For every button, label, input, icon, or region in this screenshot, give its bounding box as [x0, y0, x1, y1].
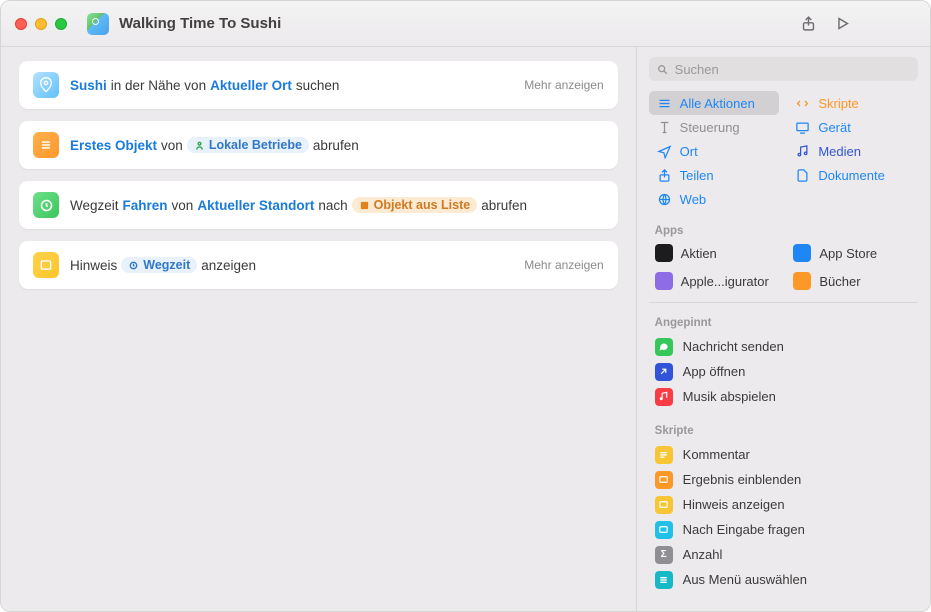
- cat-media[interactable]: Medien: [787, 139, 918, 163]
- action-count[interactable]: ΣAnzahl: [649, 542, 918, 567]
- clock-icon: [33, 192, 59, 218]
- action-search-nearby[interactable]: Sushi in der Nähe von Aktueller Ort such…: [19, 61, 618, 109]
- titlebar: Walking Time To Sushi: [1, 1, 930, 47]
- close-window-button[interactable]: [15, 18, 27, 30]
- show-more[interactable]: Mehr anzeigen: [524, 78, 603, 92]
- workflow-editor: Sushi in der Nähe von Aktueller Ort such…: [1, 47, 636, 611]
- category-grid: Alle Aktionen Skripte Steuerung Gerät Or…: [637, 89, 930, 217]
- app-stocks[interactable]: Aktien: [649, 240, 780, 266]
- action-show-alert[interactable]: Hinweis anzeigen: [649, 492, 918, 517]
- zoom-window-button[interactable]: [55, 18, 67, 30]
- cat-documents[interactable]: Dokumente: [787, 163, 918, 187]
- search-placeholder: Suchen: [675, 62, 719, 77]
- cat-scripts[interactable]: Skripte: [787, 91, 918, 115]
- action-show-result[interactable]: Ergebnis einblenden: [649, 467, 918, 492]
- show-more[interactable]: Mehr anzeigen: [524, 258, 603, 272]
- minimize-window-button[interactable]: [35, 18, 47, 30]
- section-scripts-header: Skripte: [637, 411, 930, 440]
- section-pinned-header: Angepinnt: [637, 309, 930, 332]
- cat-all-actions[interactable]: Alle Aktionen: [649, 91, 780, 115]
- app-appstore[interactable]: App Store: [787, 240, 918, 266]
- action-comment[interactable]: Kommentar: [649, 442, 918, 467]
- alert-icon: [33, 252, 59, 278]
- param-destination[interactable]: Objekt aus Liste: [352, 197, 478, 213]
- cat-control[interactable]: Steuerung: [649, 115, 780, 139]
- param-location[interactable]: Aktueller Ort: [210, 78, 292, 93]
- param-query[interactable]: Sushi: [70, 78, 107, 93]
- action-show-alert[interactable]: Hinweis Wegzeit anzeigen Mehr anzeigen: [19, 241, 618, 289]
- param-origin[interactable]: Aktueller Standort: [197, 198, 314, 213]
- maps-icon: [33, 72, 59, 98]
- search-icon: [656, 63, 669, 76]
- shortcut-icon: [87, 13, 109, 35]
- section-apps-header: Apps: [637, 217, 930, 240]
- action-send-message[interactable]: Nachricht senden: [649, 334, 918, 359]
- action-first-item[interactable]: Erstes Objekt von Lokale Betriebe abrufe…: [19, 121, 618, 169]
- library-search[interactable]: Suchen: [649, 57, 918, 81]
- shortcut-title: Walking Time To Sushi: [119, 15, 281, 32]
- cat-device[interactable]: Gerät: [787, 115, 918, 139]
- list-icon: [33, 132, 59, 158]
- share-button[interactable]: [794, 10, 822, 38]
- action-open-app[interactable]: App öffnen: [649, 359, 918, 384]
- app-configurator[interactable]: Apple...igurator: [649, 268, 780, 294]
- param-source[interactable]: Lokale Betriebe: [187, 137, 309, 153]
- cat-share[interactable]: Teilen: [649, 163, 780, 187]
- action-play-music[interactable]: Musik abspielen: [649, 384, 918, 409]
- param-item[interactable]: Erstes Objekt: [70, 138, 157, 153]
- action-travel-time[interactable]: Wegzeit Fahren von Aktueller Standort na…: [19, 181, 618, 229]
- run-button[interactable]: [828, 10, 856, 38]
- action-ask-input[interactable]: Nach Eingabe fragen: [649, 517, 918, 542]
- param-message[interactable]: Wegzeit: [121, 257, 197, 273]
- window-controls: [15, 18, 67, 30]
- action-choose-menu[interactable]: Aus Menü auswählen: [649, 567, 918, 592]
- app-books[interactable]: Bücher: [787, 268, 918, 294]
- library-sidebar: Suchen Alle Aktionen Skripte Steuerung G…: [636, 47, 930, 611]
- cat-web[interactable]: Web: [649, 187, 780, 211]
- cat-location[interactable]: Ort: [649, 139, 780, 163]
- param-mode[interactable]: Fahren: [123, 198, 168, 213]
